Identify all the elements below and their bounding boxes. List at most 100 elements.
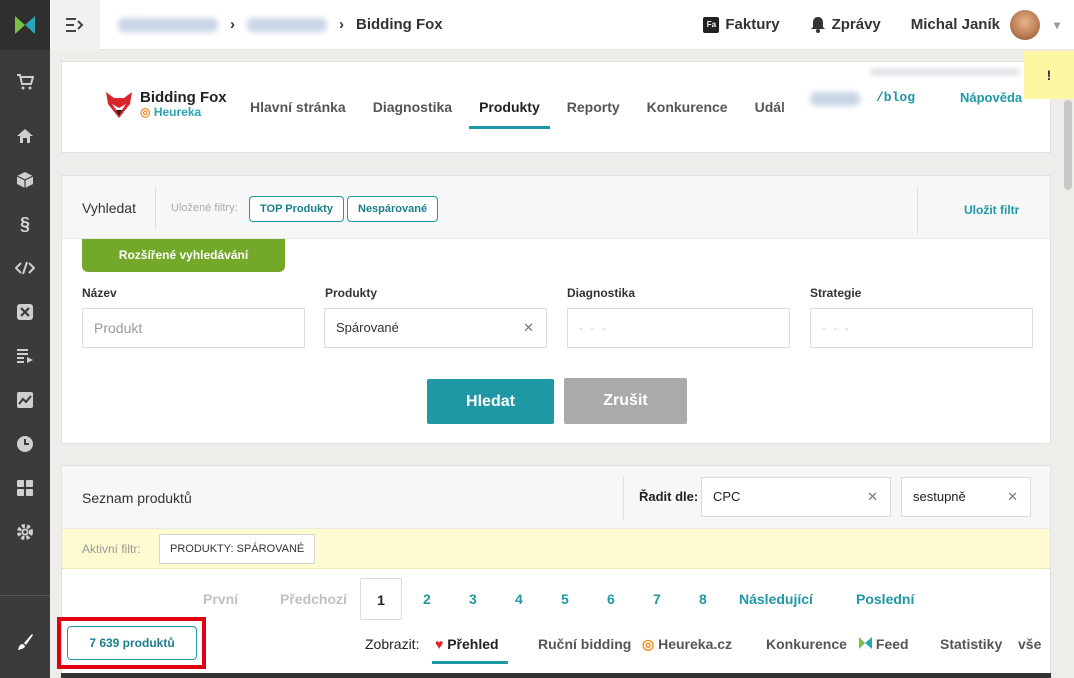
cart-icon[interactable] xyxy=(0,60,50,104)
active-filter-chip[interactable]: PRODUKTY: SPÁROVANÉ xyxy=(159,534,316,564)
active-view-underline xyxy=(432,661,508,664)
app-logo[interactable] xyxy=(0,0,50,50)
name-label: Název xyxy=(82,286,117,300)
search-button[interactable]: Hledat xyxy=(427,379,554,424)
user-name: Michal Janík xyxy=(910,16,1000,33)
page-link[interactable]: 5 xyxy=(561,578,569,620)
view-heureka[interactable]: ◎ Heureka.cz xyxy=(642,636,732,653)
saved-filters-label: Uložené filtry: xyxy=(171,202,238,214)
clear-icon[interactable]: ✕ xyxy=(1007,478,1018,516)
clear-icon[interactable]: ✕ xyxy=(523,309,534,347)
nav-reports[interactable]: Reporty xyxy=(567,62,620,154)
code-icon[interactable] xyxy=(0,246,50,290)
page-link[interactable]: 4 xyxy=(515,578,523,620)
box-icon[interactable] xyxy=(0,158,50,202)
alert-badge[interactable]: ! xyxy=(1024,51,1074,99)
page-link[interactable]: 7 xyxy=(653,578,661,620)
breadcrumb: › › Bidding Fox xyxy=(118,16,443,33)
user-menu[interactable]: Michal Janík ▾ xyxy=(910,9,1074,40)
table-header-edge xyxy=(61,673,1051,678)
logo-icon xyxy=(15,16,35,34)
help-link[interactable]: Nápověda xyxy=(960,90,1022,105)
strategy-select[interactable]: - - - xyxy=(810,308,1033,348)
view-all[interactable]: vše xyxy=(1018,636,1041,652)
view-competition[interactable]: Konkurence xyxy=(766,636,847,652)
sort-direction-value: sestupně xyxy=(913,489,966,504)
strategy-label: Strategie xyxy=(810,286,862,300)
save-filter-link[interactable]: Uložit filtr xyxy=(964,203,1019,217)
clear-icon[interactable]: ✕ xyxy=(867,478,878,516)
search-panel: Vyhledat Uložené filtry: TOP Produkty Ne… xyxy=(61,175,1051,444)
breadcrumb-item-redacted[interactable] xyxy=(247,17,327,32)
heureka-icon: ◎ xyxy=(642,636,655,652)
active-filter-bar: Aktivní filtr: PRODUKTY: SPÁROVANÉ xyxy=(62,529,1050,569)
spreadsheet-icon[interactable] xyxy=(0,290,50,334)
avatar xyxy=(1009,9,1040,40)
sidebar-divider xyxy=(0,595,50,596)
scrollbar[interactable] xyxy=(1064,100,1072,190)
name-input[interactable]: Produkt xyxy=(82,308,305,348)
search-title: Vyhledat xyxy=(82,200,136,216)
brand-sub-label: Heureka xyxy=(153,105,202,119)
nav-competition[interactable]: Konkurence xyxy=(647,62,728,154)
page-link[interactable]: 8 xyxy=(699,578,707,620)
diagnostics-select[interactable]: - - - xyxy=(567,308,790,348)
dashboard-icon[interactable] xyxy=(0,466,50,510)
cancel-button[interactable]: Zrušit xyxy=(564,378,687,424)
view-overview[interactable]: ♥ Přehled xyxy=(435,636,499,652)
playlist-icon[interactable] xyxy=(0,334,50,378)
brush-icon[interactable] xyxy=(0,620,50,664)
page-link[interactable]: 3 xyxy=(469,578,477,620)
view-feed[interactable]: Feed xyxy=(859,636,909,652)
page-last[interactable]: Poslední xyxy=(856,578,914,620)
invoice-icon: Fa xyxy=(703,16,720,33)
page-first[interactable]: První xyxy=(203,578,238,620)
page-next[interactable]: Následující xyxy=(739,578,813,620)
home-icon[interactable] xyxy=(0,114,50,158)
product-list-panel: Seznam produktů Řadit dle: CPC ✕ sestupn… xyxy=(61,465,1051,678)
chart-icon[interactable] xyxy=(0,378,50,422)
page-link[interactable]: 6 xyxy=(607,578,615,620)
products-select[interactable]: Spárované ✕ xyxy=(324,308,547,348)
nav-diagnostics[interactable]: Diagnostika xyxy=(373,62,452,154)
view-overview-label: Přehled xyxy=(447,636,499,652)
main-nav: Hlavní stránka Diagnostika Produkty Repo… xyxy=(250,62,850,154)
redacted-text xyxy=(870,68,1020,76)
breadcrumb-separator: › xyxy=(339,16,344,33)
saved-filter-unpaired[interactable]: Nespárované xyxy=(347,196,439,222)
view-manual-bidding[interactable]: Ruční bidding xyxy=(538,636,631,652)
sort-by-value: CPC xyxy=(713,489,741,504)
feed-icon xyxy=(859,637,872,649)
section-icon[interactable]: § xyxy=(0,202,50,246)
messages-link[interactable]: Zprávy xyxy=(810,16,881,33)
clock-icon[interactable] xyxy=(0,422,50,466)
sort-label: Řadit dle: xyxy=(639,489,699,504)
redacted-link[interactable] xyxy=(810,92,860,106)
brand-name: Bidding Fox xyxy=(140,89,227,106)
divider xyxy=(917,186,918,234)
top-bar: › › Bidding Fox Fa Faktury Zprávy Michal… xyxy=(50,0,1074,50)
brand-sub: ◎ Heureka xyxy=(140,105,227,119)
view-statistics[interactable]: Statistiky xyxy=(940,636,1002,652)
nav-home[interactable]: Hlavní stránka xyxy=(250,62,346,154)
app-header: Bidding Fox ◎ Heureka Hlavní stránka Dia… xyxy=(61,61,1051,153)
brand-logo[interactable]: Bidding Fox ◎ Heureka xyxy=(102,88,227,122)
bell-icon xyxy=(810,17,825,33)
advanced-search-button[interactable]: Rozšířené vyhledávání xyxy=(82,239,285,272)
page-link[interactable]: 2 xyxy=(423,578,431,620)
heureka-icon: ◎ xyxy=(140,105,151,119)
sort-direction-select[interactable]: sestupně ✕ xyxy=(901,477,1031,517)
page-prev[interactable]: Předchozí xyxy=(280,578,347,620)
saved-filter-top-products[interactable]: TOP Produkty xyxy=(249,196,344,222)
invoices-link[interactable]: Fa Faktury xyxy=(703,16,780,33)
pagination: První Předchozí 1 2 3 4 5 6 7 8 Následuj… xyxy=(62,578,1050,620)
blog-link[interactable]: /blog xyxy=(876,90,915,105)
view-feed-label: Feed xyxy=(875,636,909,652)
collapse-menu-icon[interactable] xyxy=(50,0,100,50)
gear-icon[interactable] xyxy=(0,510,50,554)
breadcrumb-item-redacted[interactable] xyxy=(118,17,218,32)
sort-by-select[interactable]: CPC ✕ xyxy=(701,477,891,517)
page-current[interactable]: 1 xyxy=(360,578,402,620)
nav-products[interactable]: Produkty xyxy=(469,62,550,154)
breadcrumb-separator: › xyxy=(230,16,235,33)
